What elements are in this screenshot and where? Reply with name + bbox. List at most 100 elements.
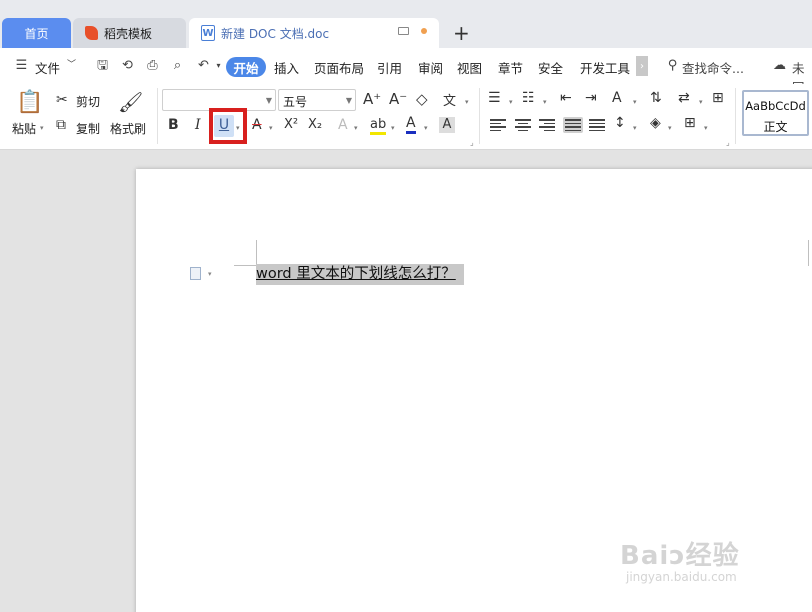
table-grid-icon[interactable]: ⊞ — [712, 90, 724, 106]
menu-insert[interactable]: 插入 — [274, 58, 299, 77]
clear-format-icon[interactable]: ◇ — [416, 90, 428, 108]
cloud-icon[interactable]: ☁ — [772, 58, 787, 73]
tab-bar: 首页 稻壳模板 W 新建 DOC 文档.doc + — [0, 0, 812, 48]
font-dialog-launcher-icon[interactable]: ⌟ — [470, 138, 474, 147]
menu-review[interactable]: 审阅 — [418, 58, 443, 77]
strikethrough-dropdown-icon[interactable]: ▾ — [269, 124, 273, 132]
menu-bar: ☰ 文件 ﹀ 🖫 ⟲ ⎙ ⌕ ↶ ▾ 开始 插入 页面布局 引用 审阅 视图 章… — [0, 48, 812, 95]
copy-icon[interactable]: ⧉ — [56, 117, 66, 133]
distributed-align-icon[interactable] — [589, 117, 605, 133]
char-shading-icon[interactable]: A — [439, 117, 455, 133]
watermark-brand: Baiↄ经验 — [620, 541, 740, 571]
chinese-layout-icon[interactable]: A — [612, 90, 622, 106]
menu-start[interactable]: 开始 — [226, 57, 266, 77]
bullet-dropdown-icon[interactable]: ▾ — [509, 98, 513, 106]
marks-dropdown-icon[interactable]: ▾ — [699, 98, 703, 106]
font-size-value: 五号 — [283, 95, 308, 109]
format-painter-icon[interactable]: 🖌 — [118, 90, 143, 114]
hamburger-icon[interactable]: ☰ — [14, 58, 29, 73]
bold-button[interactable]: B — [168, 117, 179, 133]
search-icon[interactable]: ⚲ — [665, 58, 680, 73]
paragraph-handle-icon[interactable] — [190, 267, 201, 280]
cut-button[interactable]: 剪切 — [76, 93, 100, 110]
print-icon[interactable]: ⎙ — [145, 58, 160, 73]
monitor-icon[interactable] — [398, 27, 409, 35]
tab-home[interactable]: 首页 — [2, 18, 71, 48]
format-painter-button[interactable]: 格式刷 — [110, 120, 146, 137]
align-center-icon[interactable] — [515, 117, 531, 133]
highlight-color-icon[interactable]: ab — [370, 117, 387, 135]
font-color-icon[interactable]: A — [406, 115, 416, 134]
menu-file[interactable]: 文件 — [35, 58, 60, 77]
document-text-selected[interactable]: word 里文本的下划线怎么打？ — [256, 264, 464, 285]
text-effect-icon[interactable]: A — [338, 117, 348, 133]
italic-button[interactable]: I — [195, 117, 201, 133]
shrink-font-icon[interactable]: A⁻ — [389, 90, 407, 108]
cloud-save-icon[interactable]: ⟲ — [120, 58, 135, 73]
strikethrough-icon[interactable]: A — [252, 117, 262, 133]
sort-icon[interactable]: ⇅ — [650, 90, 662, 106]
grow-font-icon[interactable]: A⁺ — [363, 90, 381, 108]
decrease-indent-icon[interactable]: ⇤ — [560, 90, 572, 106]
phonetic-dropdown-icon[interactable]: ▾ — [465, 98, 469, 106]
chinese-layout-dropdown-icon[interactable]: ▾ — [633, 98, 637, 106]
style-normal[interactable]: AaBbCcDd 正文 — [742, 90, 809, 136]
copy-button[interactable]: 复制 — [76, 120, 100, 137]
bullet-list-icon[interactable]: ☰ — [488, 90, 501, 106]
tab-docer-templates[interactable]: 稻壳模板 — [73, 18, 186, 48]
print-preview-icon[interactable]: ⌕ — [170, 58, 185, 73]
text-effect-dropdown-icon[interactable]: ▾ — [354, 124, 358, 132]
menu-page-layout[interactable]: 页面布局 — [314, 58, 364, 77]
command-search-input[interactable]: 查找命令... — [682, 58, 744, 77]
margin-mark — [808, 240, 809, 266]
paste-icon[interactable]: 📋 — [16, 90, 43, 115]
undo-dropdown-icon[interactable]: ▾ — [211, 58, 226, 73]
menu-view[interactable]: 视图 — [457, 58, 482, 77]
paragraph-dialog-launcher-icon[interactable]: ⌟ — [726, 138, 730, 147]
menu-security[interactable]: 安全 — [538, 58, 563, 77]
numbered-list-icon[interactable]: ☷ — [522, 90, 535, 106]
font-color-dropdown-icon[interactable]: ▾ — [424, 124, 428, 132]
align-left-icon[interactable] — [490, 117, 506, 133]
scissors-icon[interactable]: ✂ — [56, 92, 68, 108]
shading-dropdown-icon[interactable]: ▾ — [668, 124, 672, 132]
paste-button[interactable]: 粘贴 — [12, 120, 36, 137]
menu-reference[interactable]: 引用 — [377, 58, 402, 77]
unsaved-dot-icon — [421, 28, 427, 34]
style-preview: AaBbCcDd — [745, 99, 806, 113]
baidu-watermark: Baiↄ经验 jingyan.baidu.com — [620, 535, 740, 584]
superscript-button[interactable]: X² — [284, 117, 298, 132]
undo-icon[interactable]: ↶ — [196, 58, 211, 73]
save-icon[interactable]: 🖫 — [95, 58, 110, 73]
borders-dropdown-icon[interactable]: ▾ — [704, 124, 708, 132]
chevron-down-icon: ▼ — [265, 96, 272, 105]
chevron-down-icon: ▼ — [345, 96, 352, 105]
line-spacing-icon[interactable]: ↕ — [614, 115, 626, 131]
menu-more-button[interactable]: › — [636, 56, 648, 76]
subscript-button[interactable]: X₂ — [308, 117, 322, 132]
paste-dropdown-icon[interactable]: ▾ — [40, 124, 44, 132]
menu-chapter[interactable]: 章节 — [498, 58, 523, 77]
numbered-dropdown-icon[interactable]: ▾ — [543, 98, 547, 106]
phonetic-guide-icon[interactable]: 文 — [443, 90, 456, 109]
align-right-icon[interactable] — [539, 117, 555, 133]
tab-document[interactable]: W 新建 DOC 文档.doc — [189, 18, 439, 48]
justify-icon[interactable] — [563, 117, 583, 133]
watermark-url: jingyan.baidu.com — [626, 570, 737, 584]
menu-devtools[interactable]: 开发工具 — [580, 58, 630, 77]
chevron-down-icon[interactable]: ﹀ — [64, 58, 79, 73]
borders-icon[interactable]: ⊞ — [684, 115, 696, 131]
highlight-dropdown-icon[interactable]: ▾ — [391, 124, 395, 132]
divider — [735, 88, 736, 144]
show-hide-marks-icon[interactable]: ⇄ — [678, 90, 690, 106]
new-tab-button[interactable]: + — [453, 22, 470, 44]
divider — [157, 88, 158, 144]
line-spacing-dropdown-icon[interactable]: ▾ — [633, 124, 637, 132]
word-doc-icon: W — [201, 25, 215, 41]
paragraph-handle-dropdown-icon[interactable]: ▾ — [208, 270, 212, 278]
style-name: 正文 — [763, 120, 788, 134]
margin-mark — [234, 265, 256, 266]
font-size-select[interactable]: 五号 ▼ — [278, 89, 356, 111]
increase-indent-icon[interactable]: ⇥ — [585, 90, 597, 106]
shading-icon[interactable]: ◈ — [650, 115, 661, 131]
